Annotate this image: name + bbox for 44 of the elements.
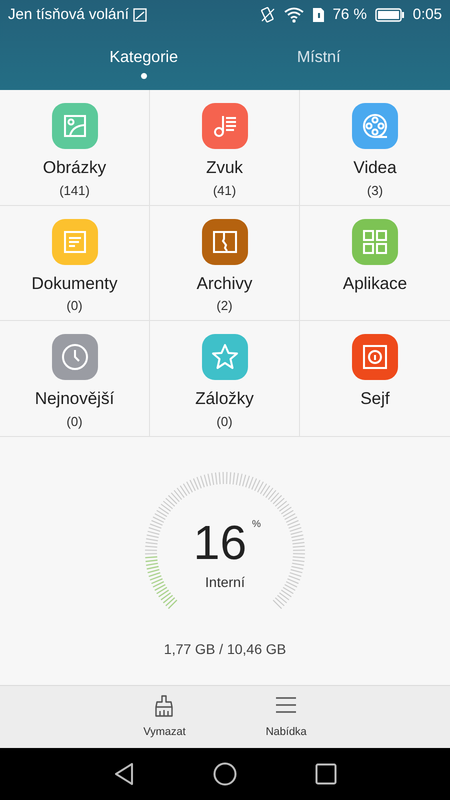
sim-icon (312, 7, 325, 23)
category-tile[interactable]: Dokumenty (0) (0, 206, 150, 321)
category-tile[interactable]: Zvuk (41) (150, 90, 300, 206)
category-tile[interactable]: Nejnovější (0) (0, 321, 150, 436)
category-label: Záložky (195, 390, 254, 409)
category-label: Sejf (360, 390, 390, 409)
category-tile[interactable]: Archivy (2) (150, 206, 300, 321)
storage-name: Interní (205, 574, 245, 590)
home-icon[interactable] (213, 762, 237, 786)
back-icon[interactable] (113, 762, 135, 786)
battery-percent: 76 % (332, 4, 367, 25)
category-tile[interactable]: Záložky (0) (150, 321, 300, 436)
file-count: (0) (66, 412, 82, 431)
category-label: Videa (353, 159, 397, 178)
category-tile[interactable]: Aplikace (300, 206, 450, 321)
file-count: (2) (216, 297, 232, 316)
usage-percent: 16 (193, 516, 247, 570)
file-count: (3) (367, 182, 383, 200)
category-label: Nejnovější (34, 390, 114, 409)
action-button[interactable]: Nabídka (256, 690, 317, 748)
tab[interactable]: Kategorie (99, 30, 188, 84)
clock-time: 0:05 (412, 4, 442, 25)
file-count: (0) (66, 297, 82, 316)
category-label: Archivy (196, 274, 252, 294)
category-label: Aplikace (342, 274, 408, 294)
file-count: (41) (212, 182, 236, 200)
tab[interactable]: Místní (286, 30, 351, 84)
file-count: (141) (59, 182, 90, 200)
vibrate-icon (260, 6, 276, 24)
image-icon (132, 8, 147, 22)
battery-icon (374, 8, 405, 22)
category-label: Dokumenty (32, 274, 118, 294)
brush-icon (154, 694, 176, 718)
recents-icon[interactable] (315, 762, 337, 784)
action-button[interactable]: Vymazat (133, 690, 196, 748)
gauge-fill (145, 556, 178, 609)
status-text: Jen tísňová volání (8, 4, 129, 25)
category-label: Obrázky (42, 159, 106, 178)
percent-sign: % (252, 518, 261, 530)
category-label: Zvuk (206, 159, 243, 178)
category-tile[interactable]: Obrázky (141) (0, 90, 150, 206)
storage-usage: 1,77 GB / 10,46 GB (164, 640, 286, 658)
wifi-icon (284, 7, 304, 23)
file-count: (0) (216, 412, 232, 431)
